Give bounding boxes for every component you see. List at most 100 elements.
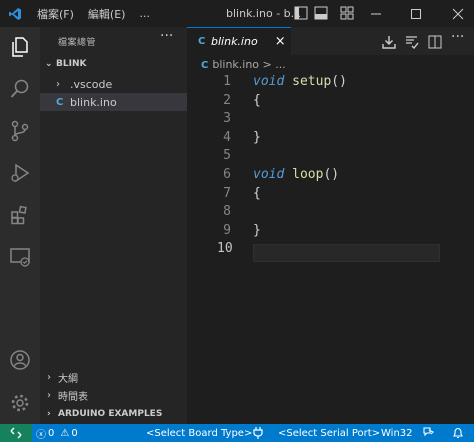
status-bar: ⓧ 0 ⚠ 0 <Select Board Type> <Select Serial… bbox=[0, 424, 474, 442]
extensions-button[interactable] bbox=[0, 195, 40, 235]
code-token: void bbox=[253, 74, 285, 89]
tree-item-vscode[interactable]: › .vscode bbox=[40, 75, 187, 93]
code-text: void loop() bbox=[253, 167, 339, 182]
feedback-icon[interactable] bbox=[422, 424, 434, 442]
arduino-file-icon: C bbox=[201, 60, 209, 71]
board-selector[interactable]: <Select Board Type> bbox=[146, 424, 252, 442]
explorer-button[interactable] bbox=[0, 27, 40, 67]
outline-section-header[interactable]: › 大綱 bbox=[40, 368, 187, 386]
source-control-icon bbox=[11, 120, 29, 142]
maximize-button[interactable] bbox=[404, 0, 428, 27]
code-text: void setup() bbox=[253, 74, 347, 89]
code-line[interactable]: 6 void loop() bbox=[187, 167, 474, 186]
code-line[interactable]: 5 bbox=[187, 148, 474, 167]
manage-button[interactable] bbox=[0, 383, 40, 423]
close-tab-button[interactable]: × bbox=[275, 34, 286, 49]
line-number: 10 bbox=[217, 241, 233, 257]
notifications-icon[interactable] bbox=[452, 424, 464, 442]
maximize-icon bbox=[411, 8, 421, 19]
close-icon bbox=[452, 8, 464, 19]
code-token: () bbox=[323, 167, 340, 182]
section-label: ARDUINO EXAMPLES bbox=[58, 409, 163, 419]
tree-item-label: blink.ino bbox=[70, 95, 117, 109]
menu-edit[interactable]: 編輯(E) bbox=[81, 6, 133, 22]
line-number: 8 bbox=[223, 204, 231, 220]
line-number: 6 bbox=[223, 167, 231, 182]
search-button[interactable] bbox=[0, 69, 40, 109]
verify-icon[interactable] bbox=[405, 34, 419, 53]
menu-file[interactable]: 檔案(F) bbox=[30, 6, 81, 22]
vscode-logo-icon bbox=[0, 0, 30, 27]
split-editor-icon[interactable] bbox=[428, 34, 442, 53]
breadcrumb[interactable]: Cblink.ino > ... bbox=[201, 58, 286, 71]
tab-blink-ino[interactable]: C blink.ino × bbox=[187, 27, 291, 55]
code-token: () bbox=[331, 74, 347, 89]
code-line[interactable]: 10 bbox=[187, 241, 474, 260]
arduino-file-icon: C bbox=[56, 96, 64, 108]
section-label: 時間表 bbox=[58, 391, 88, 403]
line-number: 7 bbox=[223, 185, 231, 201]
close-window-button[interactable] bbox=[446, 0, 470, 27]
chevron-right-icon: › bbox=[56, 78, 60, 90]
editor-more-actions-button[interactable]: ··· bbox=[451, 29, 464, 45]
section-label: 大綱 bbox=[58, 373, 78, 385]
code-line[interactable]: 7{ bbox=[187, 186, 474, 205]
line-number: 9 bbox=[223, 222, 231, 238]
code-text: { bbox=[253, 186, 261, 201]
remote-icon bbox=[10, 427, 22, 439]
source-control-button[interactable] bbox=[0, 111, 40, 151]
warning-count: 0 bbox=[71, 427, 78, 439]
folder-header[interactable]: ⌄ BLINK bbox=[40, 55, 187, 73]
code-text: } bbox=[253, 223, 261, 238]
code-line[interactable]: 1 void setup() bbox=[187, 74, 474, 93]
serial-port-selector[interactable]: <Select Serial Port> bbox=[278, 424, 380, 442]
menu-more[interactable]: ... bbox=[132, 7, 157, 20]
warning-icon: ⚠ bbox=[60, 427, 70, 439]
upload-icon[interactable] bbox=[382, 34, 396, 53]
toggle-panel-icon[interactable] bbox=[314, 6, 328, 20]
code-line[interactable]: 3 bbox=[187, 111, 474, 130]
code-token: void bbox=[253, 167, 285, 182]
chevron-right-icon: › bbox=[47, 389, 51, 401]
minimize-button[interactable] bbox=[364, 0, 388, 27]
breadcrumb-text: blink.ino > ... bbox=[212, 58, 286, 71]
platform-indicator[interactable]: Win32 bbox=[381, 424, 413, 442]
tab-bar: C blink.ino × ··· bbox=[187, 27, 474, 55]
remote-explorer-icon bbox=[10, 248, 30, 267]
editor-area: C blink.ino × ··· Cblink.ino > ... 1 void… bbox=[187, 27, 474, 424]
title-bar: 檔案(F) 編輯(E) ... blink.ino - b... bbox=[0, 0, 474, 27]
chevron-right-icon: › bbox=[47, 409, 51, 419]
code-line[interactable]: 4} bbox=[187, 130, 474, 149]
remote-explorer-button[interactable] bbox=[0, 237, 40, 277]
gear-icon bbox=[11, 394, 29, 412]
chevron-down-icon: ⌄ bbox=[45, 59, 53, 69]
accounts-button[interactable] bbox=[0, 340, 40, 380]
code-token: { bbox=[253, 92, 261, 108]
tree-item-label: .vscode bbox=[70, 77, 113, 91]
code-line[interactable]: 9} bbox=[187, 223, 474, 242]
more-actions-button[interactable]: ··· bbox=[160, 28, 173, 44]
tree-item-blink-ino[interactable]: C blink.ino bbox=[40, 93, 187, 111]
code-token: loop bbox=[292, 167, 324, 182]
code-text: } bbox=[253, 130, 261, 145]
arduino-file-icon: C bbox=[198, 36, 206, 47]
code-token: { bbox=[253, 185, 261, 201]
remote-button[interactable] bbox=[0, 424, 32, 442]
timeline-section-header[interactable]: › 時間表 bbox=[40, 386, 187, 404]
sidebar-title: 檔案總管 bbox=[58, 38, 97, 48]
arduino-examples-section-header[interactable]: › ARDUINO EXAMPLES bbox=[40, 405, 187, 423]
toggle-sidebar-icon[interactable] bbox=[294, 6, 308, 20]
line-number: 2 bbox=[223, 92, 231, 108]
code-line[interactable]: 2{ bbox=[187, 93, 474, 112]
code-token: } bbox=[253, 222, 261, 238]
code-text: { bbox=[253, 93, 261, 108]
error-count: 0 bbox=[48, 427, 55, 439]
code-line[interactable]: 8 bbox=[187, 204, 474, 223]
activity-bar bbox=[0, 27, 40, 424]
customize-layout-icon[interactable] bbox=[340, 6, 354, 20]
run-debug-button[interactable] bbox=[0, 153, 40, 193]
plug-icon[interactable] bbox=[253, 424, 263, 442]
problems-indicator[interactable]: ⓧ 0 ⚠ 0 bbox=[36, 424, 78, 442]
